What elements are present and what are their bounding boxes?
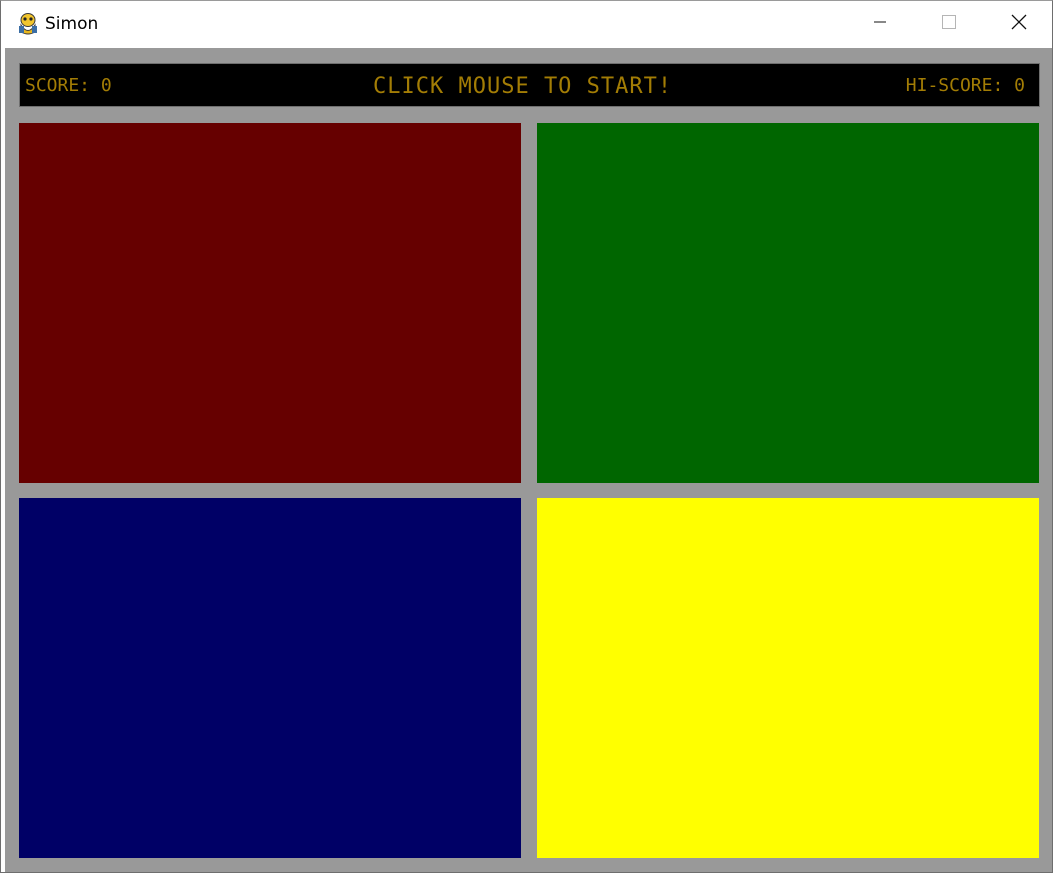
minimize-button[interactable] [845,1,915,47]
green-pad[interactable] [537,123,1039,483]
window-title: Simon [45,14,99,34]
score-bar: SCORE: 0 CLICK MOUSE TO START! HI-SCORE:… [19,63,1040,107]
hi-score-display: HI-SCORE: 0 [905,75,1025,96]
pygame-snake-icon [16,12,40,36]
red-pad[interactable] [19,123,521,483]
game-canvas[interactable]: SCORE: 0 CLICK MOUSE TO START! HI-SCORE:… [5,48,1052,872]
blue-pad[interactable] [19,498,521,858]
app-window: Simon SCORE: 0 CLICK MOUSE TO START! HI-… [0,0,1053,873]
score-display: SCORE: 0 [25,75,112,96]
maximize-icon [941,14,957,34]
yellow-pad[interactable] [537,498,1039,858]
close-icon [1010,13,1028,35]
close-button[interactable] [984,1,1053,47]
status-message: CLICK MOUSE TO START! [373,74,673,99]
maximize-button[interactable] [914,1,984,47]
title-bar[interactable]: Simon [1,1,1052,47]
minimize-icon [872,14,888,34]
